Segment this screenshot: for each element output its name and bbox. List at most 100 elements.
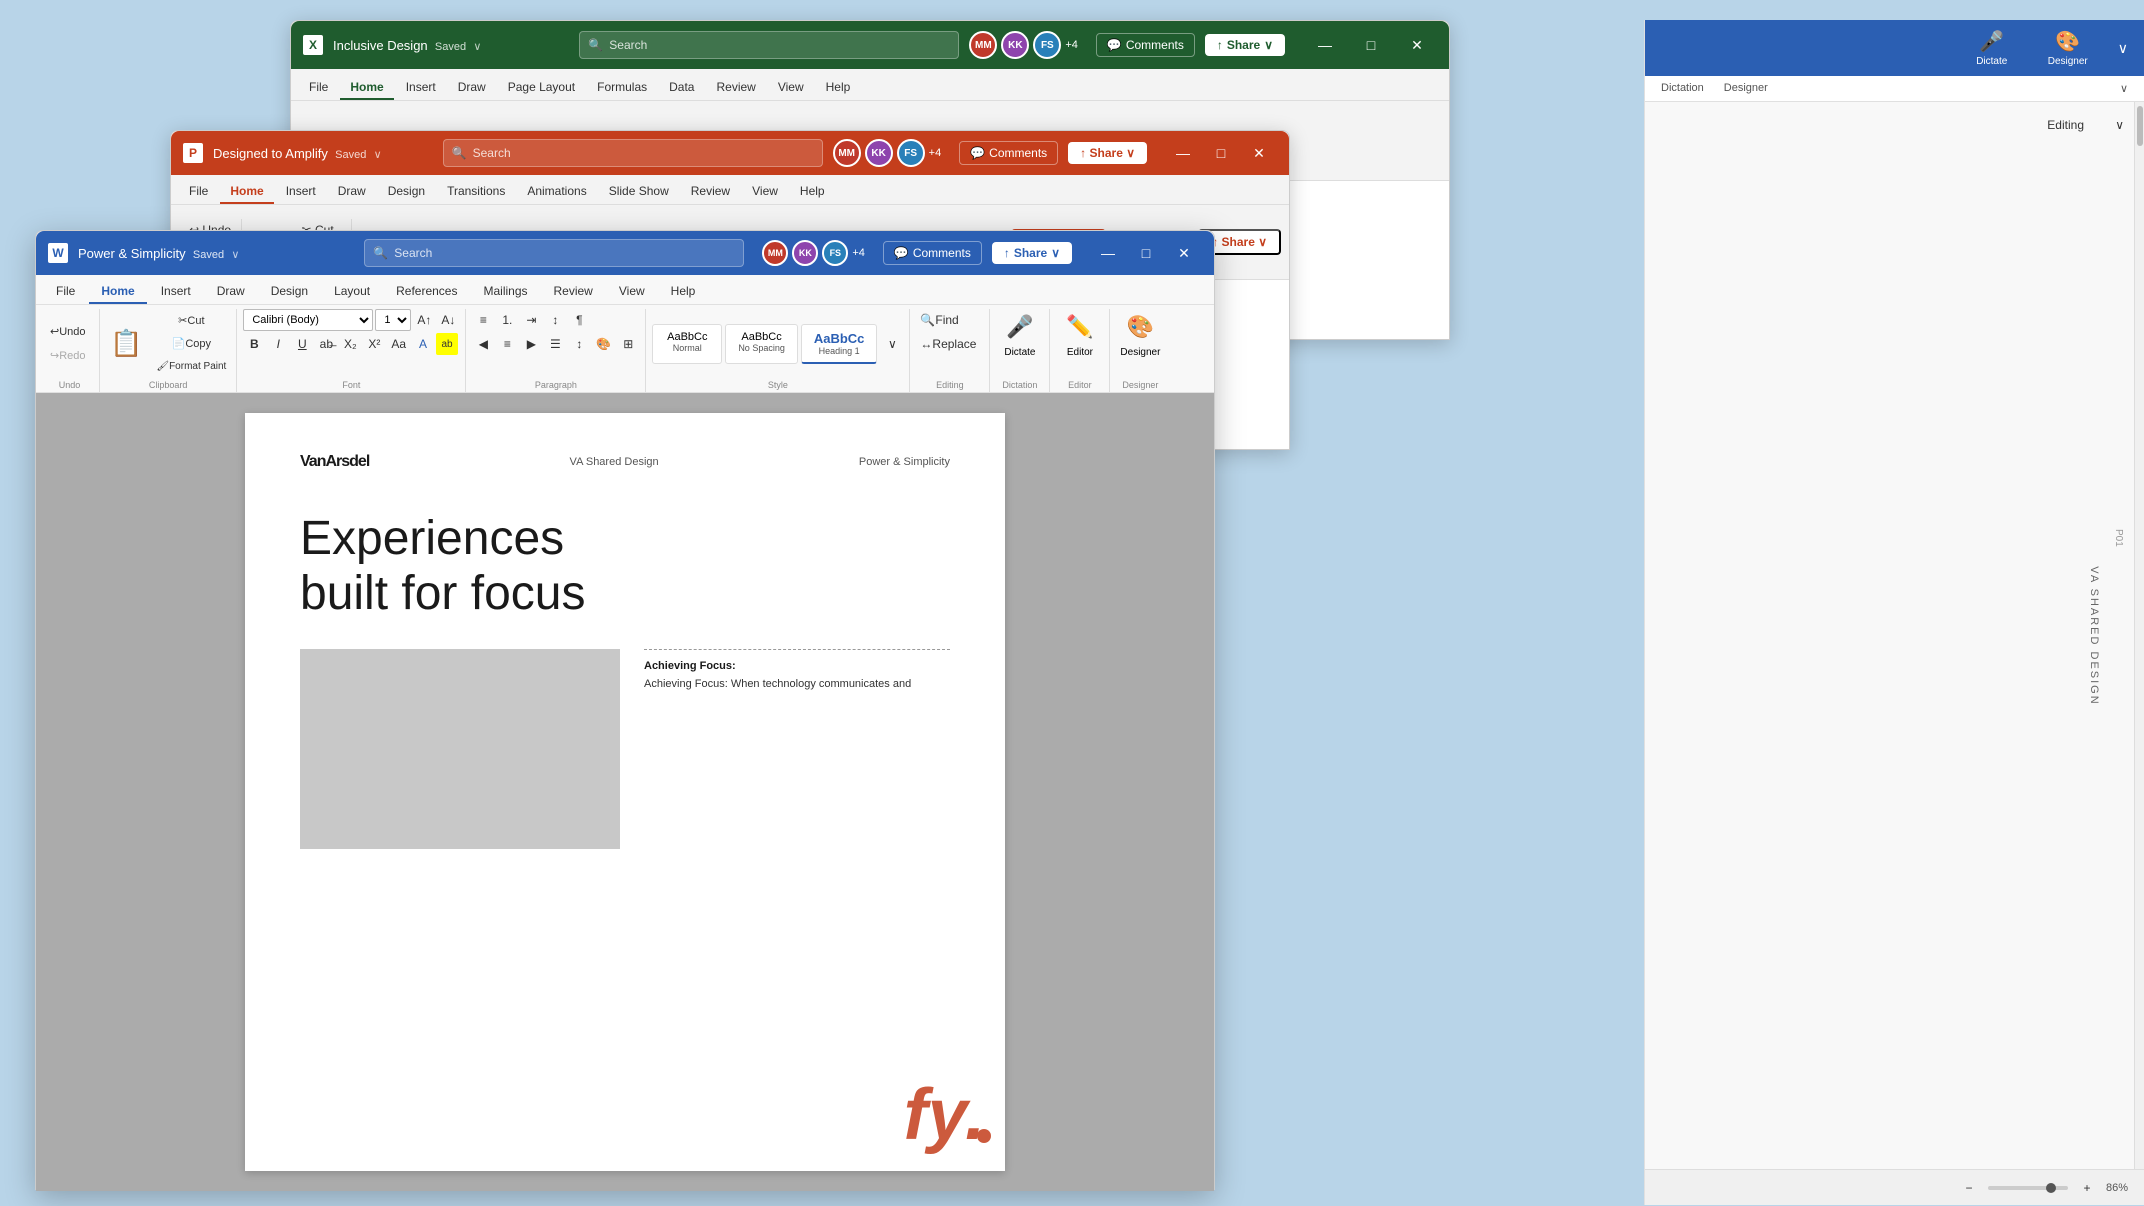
- ppt-tab-animations[interactable]: Animations: [517, 180, 596, 204]
- word-tab-review[interactable]: Review: [542, 280, 605, 304]
- word-tab-design[interactable]: Design: [259, 280, 320, 304]
- word-superscript-button[interactable]: X²: [363, 333, 385, 355]
- excel-tab-help[interactable]: Help: [816, 76, 861, 100]
- ppt-tab-design[interactable]: Design: [378, 180, 435, 204]
- ppt-tab-review[interactable]: Review: [681, 180, 740, 204]
- panel-scrollbar[interactable]: [2134, 102, 2144, 1169]
- excel-tab-home[interactable]: Home: [340, 76, 393, 100]
- excel-tab-file[interactable]: File: [299, 76, 338, 100]
- ppt-tab-insert[interactable]: Insert: [276, 180, 326, 204]
- word-find-button[interactable]: 🔍 Find: [916, 309, 962, 331]
- word-style-normal[interactable]: AaBbCc Normal: [652, 324, 722, 364]
- word-style-heading1[interactable]: AaBbCc Heading 1: [801, 324, 878, 364]
- excel-tab-formulas[interactable]: Formulas: [587, 76, 657, 100]
- panel-expand-sublabel[interactable]: ∨: [2120, 82, 2128, 95]
- word-grow-font-button[interactable]: A↑: [413, 309, 435, 331]
- word-cut-button[interactable]: ✂ Cut: [152, 310, 230, 332]
- word-tab-references[interactable]: References: [384, 280, 469, 304]
- word-format-paint-button[interactable]: 🖌 Format Paint: [152, 356, 230, 378]
- word-sort-button[interactable]: ↕: [544, 309, 566, 331]
- ppt-tab-slideshow[interactable]: Slide Show: [599, 180, 679, 204]
- panel-dictate-button[interactable]: 🎤 Dictate: [1962, 29, 2022, 67]
- excel-minimize-button[interactable]: —: [1305, 31, 1345, 59]
- word-editor-button[interactable]: ✏️: [1062, 309, 1097, 345]
- excel-tab-view[interactable]: View: [768, 76, 814, 100]
- excel-share-button[interactable]: ↑ Share ∨: [1205, 34, 1285, 56]
- word-tab-insert[interactable]: Insert: [149, 280, 203, 304]
- panel-editing-expand[interactable]: ∨: [2115, 118, 2124, 132]
- word-borders-button[interactable]: ⊞: [617, 333, 639, 355]
- ppt-tab-file[interactable]: File: [179, 180, 218, 204]
- word-shrink-font-button[interactable]: A↓: [437, 309, 459, 331]
- word-indent-button[interactable]: ⇥: [520, 309, 542, 331]
- word-bullets-button[interactable]: ≡: [472, 309, 494, 331]
- word-redo-button[interactable]: ↪ Redo: [46, 345, 90, 367]
- excel-comments-button[interactable]: 💬 Comments: [1096, 33, 1195, 57]
- word-align-right-button[interactable]: ▶: [520, 333, 542, 355]
- ppt-maximize-button[interactable]: □: [1203, 139, 1239, 167]
- zoom-out-button[interactable]: −: [1958, 1177, 1980, 1199]
- word-font-color-button[interactable]: A: [412, 333, 434, 355]
- ppt-tab-view[interactable]: View: [742, 180, 788, 204]
- word-line-spacing-button[interactable]: ↕: [568, 333, 590, 355]
- word-bold-button[interactable]: B: [243, 333, 265, 355]
- word-maximize-button[interactable]: □: [1128, 239, 1164, 267]
- word-dictate-button[interactable]: 🎤: [1002, 309, 1037, 345]
- panel-scrollbar-thumb[interactable]: [2137, 106, 2143, 146]
- word-clear-format-button[interactable]: Aa: [387, 333, 410, 355]
- ppt-share-button[interactable]: ↑ Share ∨: [1068, 142, 1147, 164]
- word-font-selector[interactable]: Calibri (Body): [243, 309, 373, 331]
- ppt-close-button[interactable]: ✕: [1241, 139, 1277, 167]
- ppt-search-box[interactable]: 🔍 Search: [443, 139, 823, 167]
- excel-search-box[interactable]: 🔍 Search: [579, 31, 959, 59]
- ppt-tab-home[interactable]: Home: [220, 180, 273, 204]
- word-copy-button[interactable]: 📄 Copy: [152, 333, 230, 355]
- excel-maximize-button[interactable]: □: [1351, 31, 1391, 59]
- word-close-button[interactable]: ✕: [1166, 239, 1202, 267]
- word-tab-layout[interactable]: Layout: [322, 280, 382, 304]
- excel-tab-review[interactable]: Review: [706, 76, 765, 100]
- word-search-box[interactable]: 🔍 Search: [364, 239, 744, 267]
- excel-tab-draw[interactable]: Draw: [448, 76, 496, 100]
- word-underline-button[interactable]: U: [291, 333, 313, 355]
- panel-expand-button[interactable]: ∨: [2118, 40, 2128, 57]
- word-tab-mailings[interactable]: Mailings: [471, 280, 539, 304]
- word-align-center-button[interactable]: ≡: [496, 333, 518, 355]
- word-tab-home[interactable]: Home: [89, 280, 146, 304]
- word-numbering-button[interactable]: 1.: [496, 309, 518, 331]
- word-style-nospacing[interactable]: AaBbCc No Spacing: [725, 324, 798, 364]
- ppt-tab-draw[interactable]: Draw: [328, 180, 376, 204]
- word-paste-button[interactable]: 📋: [106, 322, 146, 366]
- word-undo-button[interactable]: ↩ Undo: [46, 321, 90, 343]
- word-more-styles-button[interactable]: ∨: [881, 333, 903, 355]
- excel-tab-insert[interactable]: Insert: [396, 76, 446, 100]
- zoom-slider[interactable]: [1988, 1186, 2068, 1190]
- word-highlight-button[interactable]: ab: [436, 333, 458, 355]
- ppt-tab-transitions[interactable]: Transitions: [437, 180, 515, 204]
- word-share-button[interactable]: ↑ Share ∨: [992, 242, 1072, 264]
- word-align-left-button[interactable]: ◀: [472, 333, 494, 355]
- word-replace-button[interactable]: ↔ Replace: [916, 333, 980, 355]
- ppt-comments-button[interactable]: 💬 Comments: [959, 141, 1058, 165]
- word-tab-view[interactable]: View: [607, 280, 657, 304]
- word-minimize-button[interactable]: —: [1090, 239, 1126, 267]
- word-tab-file[interactable]: File: [44, 280, 87, 304]
- word-strikethrough-button[interactable]: ab̶: [315, 333, 337, 355]
- word-tab-draw[interactable]: Draw: [205, 280, 257, 304]
- excel-close-button[interactable]: ✕: [1397, 31, 1437, 59]
- word-subscript-button[interactable]: X₂: [339, 333, 361, 355]
- word-italic-button[interactable]: I: [267, 333, 289, 355]
- panel-designer-button[interactable]: 🎨 Designer: [2038, 29, 2098, 67]
- word-justify-button[interactable]: ☰: [544, 333, 566, 355]
- excel-tab-data[interactable]: Data: [659, 76, 704, 100]
- excel-tab-pagelayout[interactable]: Page Layout: [498, 76, 585, 100]
- word-shading-button[interactable]: 🎨: [592, 333, 615, 355]
- word-tab-help[interactable]: Help: [659, 280, 708, 304]
- ppt-minimize-button[interactable]: —: [1165, 139, 1201, 167]
- word-show-marks-button[interactable]: ¶: [568, 309, 590, 331]
- zoom-in-button[interactable]: +: [2076, 1177, 2098, 1199]
- ppt-tab-help[interactable]: Help: [790, 180, 835, 204]
- word-font-size-selector[interactable]: 11: [375, 309, 411, 331]
- word-designer-button[interactable]: 🎨: [1123, 309, 1158, 345]
- word-comments-button[interactable]: 💬 Comments: [883, 241, 982, 265]
